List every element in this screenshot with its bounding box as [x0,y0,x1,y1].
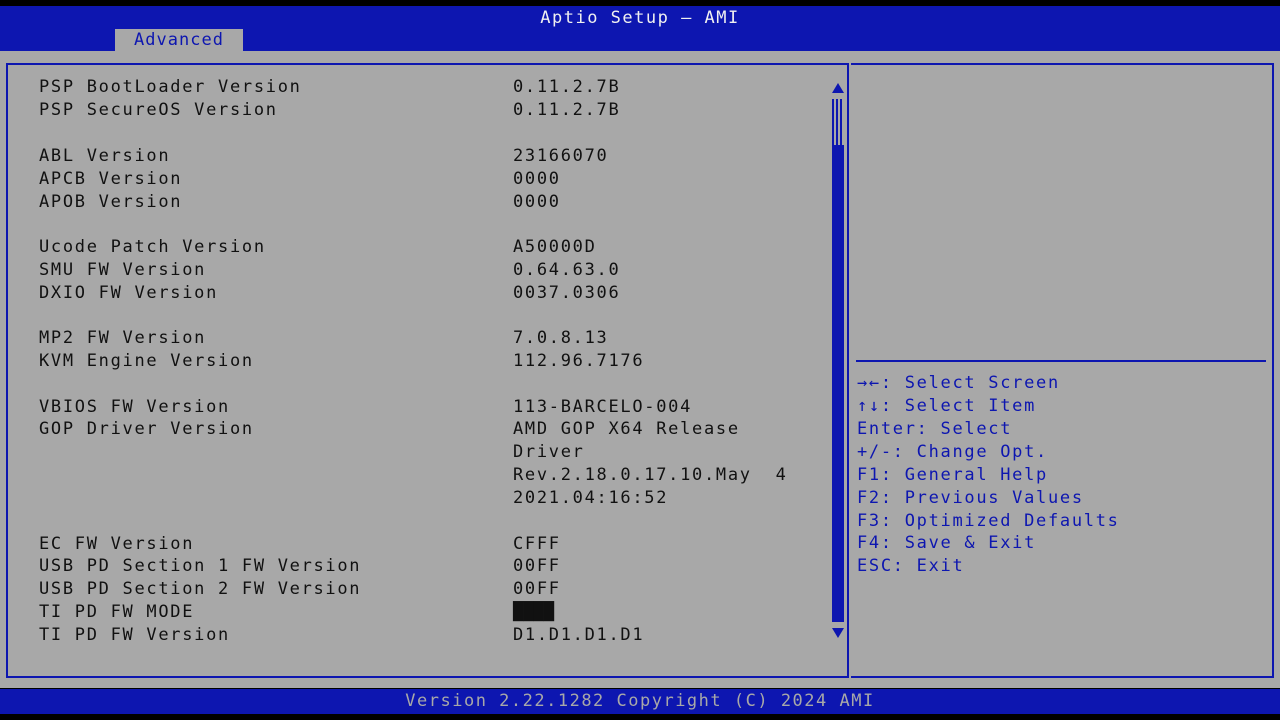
info-label: APOB Version [39,192,183,212]
help-key-select-item: ↑↓: Select Item [857,396,1037,416]
scrollbar-thumb[interactable] [832,145,844,622]
info-panel: PSP BootLoader Version 0.11.2.7B PSP Sec… [6,63,849,678]
info-row: Ucode Patch Version A50000D [8,237,828,260]
info-row: PSP SecureOS Version 0.11.2.7B [8,100,828,123]
info-label: EC FW Version [39,534,195,554]
info-value: 00FF [513,556,561,576]
info-label: TI PD FW MODE [39,602,195,622]
info-label: DXIO FW Version [39,283,219,303]
scroll-up-arrow-icon[interactable] [831,82,845,94]
info-row-continued: Rev.2.18.0.17.10.May 4 [8,465,828,488]
help-key-f3: F3: Optimized Defaults [857,511,1120,531]
info-label: PSP SecureOS Version [39,100,278,120]
info-row-continued: 2021.04:16:52 [8,488,828,511]
info-label: APCB Version [39,169,183,189]
tab-advanced[interactable]: Advanced [115,29,243,51]
info-row: APOB Version 0000 [8,192,828,215]
info-row: TI PD FW Version D1.D1.D1.D1 [8,625,828,648]
setup-title: Aptio Setup – AMI [540,8,740,28]
info-label: SMU FW Version [39,260,207,280]
info-label: Ucode Patch Version [39,237,266,257]
info-label: VBIOS FW Version [39,397,230,417]
help-key-f2: F2: Previous Values [857,488,1084,508]
scrollbar-thumb-edge [832,99,844,145]
help-key-f1: F1: General Help [857,465,1048,485]
info-value-masked: ████ [513,602,554,622]
info-row: MP2 FW Version 7.0.8.13 [8,328,828,351]
info-row: EC FW Version CFFF [8,534,828,557]
info-value: Rev.2.18.0.17.10.May 4 [513,465,788,485]
info-value: 0.64.63.0 [513,260,621,280]
info-label: PSP BootLoader Version [39,77,302,97]
info-value: A50000D [513,237,597,257]
info-label: MP2 FW Version [39,328,207,348]
info-row-continued: Driver [8,442,828,465]
info-label: USB PD Section 2 FW Version [39,579,362,599]
info-row: VBIOS FW Version 113-BARCELO-004 [8,397,828,420]
info-row: ABL Version 23166070 [8,146,828,169]
info-value: D1.D1.D1.D1 [513,625,645,645]
info-label: ABL Version [39,146,171,166]
info-label: USB PD Section 1 FW Version [39,556,362,576]
info-row: USB PD Section 2 FW Version 00FF [8,579,828,602]
info-label: KVM Engine Version [39,351,254,371]
info-label: GOP Driver Version [39,419,254,439]
help-key-change-opt: +/-: Change Opt. [857,442,1048,462]
info-row: DXIO FW Version 0037.0306 [8,283,828,306]
info-value: Driver [513,442,585,462]
info-value: 2021.04:16:52 [513,488,669,508]
info-value: 23166070 [513,146,609,166]
info-value: 7.0.8.13 [513,328,609,348]
info-value: CFFF [513,534,561,554]
info-value: 0000 [513,169,561,189]
help-divider [856,360,1266,362]
help-key-f4: F4: Save & Exit [857,533,1037,553]
help-key-select-screen: →←: Select Screen [857,373,1060,393]
info-row: PSP BootLoader Version 0.11.2.7B [8,77,828,100]
help-key-enter: Enter: Select [857,419,1013,439]
info-value: 112.96.7176 [513,351,645,371]
info-row: USB PD Section 1 FW Version 00FF [8,556,828,579]
info-row: KVM Engine Version 112.96.7176 [8,351,828,374]
footer-version: Version 2.22.1282 Copyright (C) 2024 AMI [0,689,1280,714]
info-value: 0.11.2.7B [513,100,621,120]
info-label: TI PD FW Version [39,625,230,645]
help-key-esc: ESC: Exit [857,556,965,576]
help-panel: →←: Select Screen ↑↓: Select Item Enter:… [851,63,1274,678]
info-row: GOP Driver Version AMD GOP X64 Release [8,419,828,442]
header-bar: Aptio Setup – AMI Advanced [0,6,1280,51]
info-value: 0.11.2.7B [513,77,621,97]
info-value: 113-BARCELO-004 [513,397,693,417]
info-value: AMD GOP X64 Release [513,419,740,439]
info-row: APCB Version 0000 [8,169,828,192]
scroll-down-arrow-icon[interactable] [831,627,845,639]
info-row: TI PD FW MODE ████ [8,602,828,625]
main-area: PSP BootLoader Version 0.11.2.7B PSP Sec… [0,51,1280,688]
info-value: 0037.0306 [513,283,621,303]
info-value: 0000 [513,192,561,212]
info-row: SMU FW Version 0.64.63.0 [8,260,828,283]
info-value: 00FF [513,579,561,599]
